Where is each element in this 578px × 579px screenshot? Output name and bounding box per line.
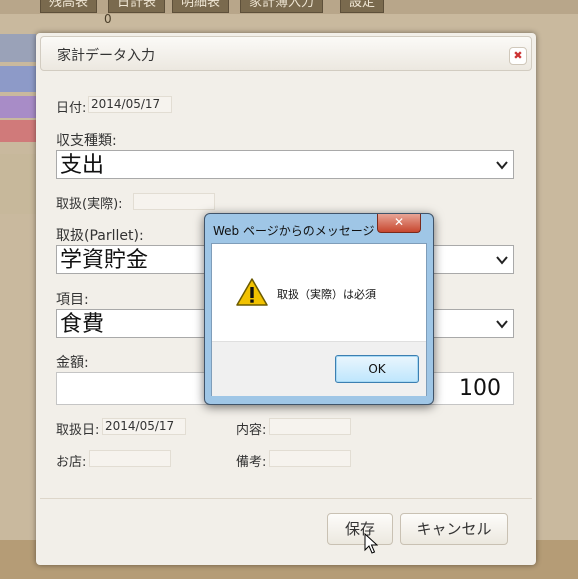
dialog-title: 家計データ入力 xyxy=(57,48,155,64)
warning-icon xyxy=(236,278,268,306)
category-selected-value: 支出 xyxy=(60,153,105,178)
cancel-button[interactable]: キャンセル xyxy=(400,513,508,545)
date-value: 2014/05/17 xyxy=(88,96,172,113)
close-icon[interactable]: ✖ xyxy=(509,47,527,65)
alert-dialog: Web ページからのメッセージ ✕ 取扱（実際）は必須 OK xyxy=(204,213,434,405)
actual-label: 取扱(実際): xyxy=(56,197,123,212)
tab-household-input[interactable]: 家計簿入力 xyxy=(240,0,324,13)
handle-date-value: 2014/05/17 xyxy=(102,418,186,435)
tab-daily[interactable]: 日計表 xyxy=(108,0,166,13)
alert-footer: OK xyxy=(212,341,426,396)
tab-details[interactable]: 明細表 xyxy=(172,0,230,13)
ok-button[interactable]: OK xyxy=(335,355,419,383)
note-value xyxy=(269,450,351,467)
content-label: 内容: xyxy=(236,423,267,438)
chevron-down-icon xyxy=(496,320,508,329)
close-icon[interactable]: ✕ xyxy=(377,214,421,233)
parlet-selected-value: 学資貯金 xyxy=(60,248,149,273)
category-label: 収支種類: xyxy=(56,133,117,149)
save-button[interactable]: 保存 xyxy=(327,513,393,545)
note-label: 備考: xyxy=(236,455,267,470)
tab-balance[interactable]: 残高表 xyxy=(40,0,98,13)
alert-message: 取扱（実際）は必須 xyxy=(277,288,376,301)
shop-value xyxy=(89,450,171,467)
mouse-cursor-icon xyxy=(364,533,378,554)
background-value: 0 xyxy=(104,12,112,26)
alert-title: Web ページからのメッセージ xyxy=(213,224,375,238)
item-selected-value: 食費 xyxy=(60,312,105,337)
content-value xyxy=(269,418,351,435)
parlet-label: 取扱(Parllet): xyxy=(56,228,144,244)
chevron-down-icon xyxy=(496,256,508,265)
shop-label: お店: xyxy=(56,455,87,470)
tab-settings[interactable]: 設定 xyxy=(340,0,385,13)
background-sidebar xyxy=(0,14,36,214)
category-select[interactable]: 支出 xyxy=(56,150,514,179)
chevron-down-icon xyxy=(496,161,508,170)
item-label: 項目: xyxy=(56,292,89,308)
divider xyxy=(40,498,532,499)
handle-date-label: 取扱日: xyxy=(56,423,100,438)
date-label: 日付: xyxy=(56,101,87,116)
dialog-titlebar: 家計データ入力 ✖ xyxy=(40,36,532,71)
amount-label: 金額: xyxy=(56,355,89,371)
top-nav: 残高表 日計表 明細表 家計簿入力 設定 xyxy=(0,0,578,14)
alert-body: 取扱（実際）は必須 OK xyxy=(211,243,427,396)
actual-value xyxy=(133,193,215,210)
